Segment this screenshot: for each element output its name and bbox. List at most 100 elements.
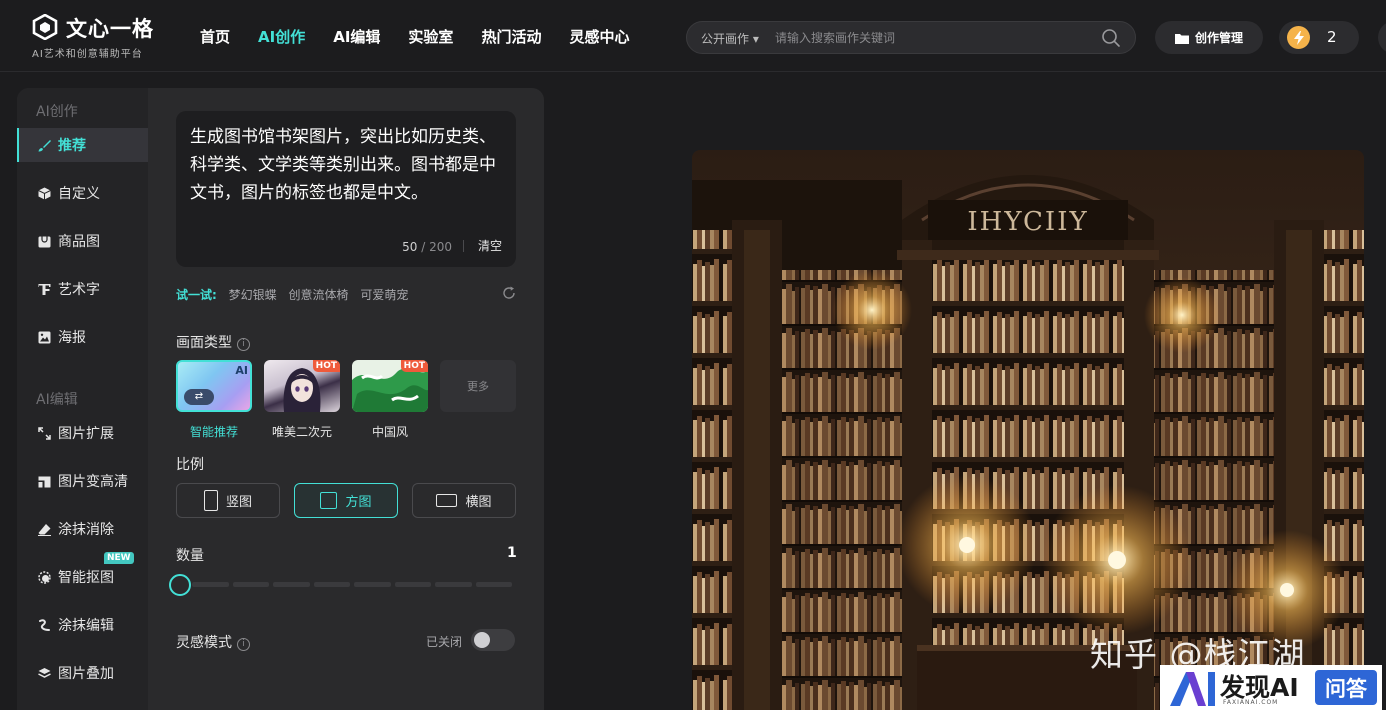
style-option-anime[interactable]: HOT — [264, 360, 340, 412]
sidebar-item-label: 涂抹编辑 — [58, 618, 114, 634]
info-icon[interactable]: i — [237, 638, 250, 651]
sidebar-section-ai-edit: AI编辑 — [36, 392, 78, 408]
style-option-label: 唯美二次元 — [271, 425, 332, 439]
nav-ai-edit[interactable]: AI编辑 — [333, 26, 380, 47]
info-icon[interactable]: i — [237, 338, 250, 351]
sidebar-item-label: 涂抹消除 — [58, 522, 114, 538]
sidebar-item-recommend[interactable]: 推荐 — [17, 128, 148, 162]
text-art-icon — [37, 282, 51, 296]
sidebar-item-smart-cutout[interactable]: 智能抠图 NEW — [17, 552, 148, 594]
library-bookshelf-image: IHYCIIY — [692, 150, 1364, 710]
sign-text: IHYCIIY — [967, 207, 1088, 237]
ratio-option-label: 横图 — [465, 495, 492, 510]
hot-badge: HOT — [312, 360, 340, 372]
slider-segment — [394, 582, 431, 587]
sidebar-item-image-overlay[interactable]: 图片叠加 — [17, 656, 148, 690]
layers-icon — [37, 666, 51, 680]
inspiration-state-label: 已关闭 — [426, 635, 463, 649]
slider-segment — [192, 582, 229, 587]
search-scope-dropdown[interactable]: 公开画作 ▾ — [701, 30, 759, 47]
sidebar-item-image-hd[interactable]: 图片变高清 — [17, 464, 148, 498]
prompt-textarea[interactable]: 生成图书馆书架图片，突出比如历史类、科学类、文学类等类别出来。图书都是中文书，图… — [176, 111, 516, 267]
brand-logo-icon — [32, 14, 58, 40]
nav-home[interactable]: 首页 — [200, 26, 230, 47]
try-chip[interactable]: 梦幻银蝶 — [229, 288, 277, 302]
cutout-icon — [37, 570, 51, 584]
faxian-qa-badge: 问答 — [1315, 670, 1377, 705]
creation-panel: AI创作 推荐 自定义 商品图 艺术字 海报 AI编辑 图片扩展 图片变高清 涂… — [17, 88, 544, 710]
ratio-landscape-button[interactable]: 横图 — [412, 483, 516, 518]
brand-tagline: AI艺术和创意辅助平台 — [32, 49, 143, 60]
nav-lab[interactable]: 实验室 — [408, 26, 453, 47]
nav-ai-create[interactable]: AI创作 — [258, 26, 305, 47]
sidebar-item-label: 图片扩展 — [58, 426, 114, 442]
ai-badge: AI — [235, 364, 248, 377]
hd-icon — [37, 474, 51, 488]
search-input[interactable] — [775, 26, 1075, 50]
quantity-slider-thumb[interactable] — [169, 574, 191, 596]
square-icon — [320, 492, 338, 509]
sidebar-item-custom[interactable]: 自定义 — [17, 176, 148, 210]
ratio-portrait-button[interactable]: 竖图 — [176, 483, 280, 518]
sidebar-item-text-art[interactable]: 艺术字 — [17, 272, 148, 306]
avatar[interactable] — [1378, 21, 1386, 54]
generated-image[interactable]: IHYCIIY — [692, 150, 1364, 710]
sidebar: AI创作 推荐 自定义 商品图 艺术字 海报 AI编辑 图片扩展 图片变高清 涂… — [17, 88, 148, 710]
ratio-option-label: 竖图 — [225, 495, 252, 510]
quantity-slider-track[interactable] — [192, 582, 512, 587]
smear-edit-icon — [37, 618, 51, 632]
ratio-option-label: 方图 — [345, 495, 372, 510]
try-label: 试一试: — [176, 288, 217, 302]
creation-manage-button[interactable]: 创作管理 — [1155, 21, 1263, 54]
slider-segment — [313, 582, 350, 587]
brush-icon — [37, 138, 51, 152]
sidebar-item-product[interactable]: 商品图 — [17, 224, 148, 258]
inspiration-mode-toggle[interactable] — [471, 629, 515, 651]
style-option-smart[interactable]: AI ⇄ — [176, 360, 252, 412]
search-icon[interactable] — [1101, 28, 1121, 48]
main-nav: 首页 AI创作 AI编辑 实验室 热门活动 灵感中心 — [200, 26, 657, 47]
slider-segment — [435, 582, 472, 587]
quantity-value: 1 — [507, 545, 517, 561]
try-chip[interactable]: 可爱萌宠 — [360, 288, 408, 302]
folder-icon — [1174, 33, 1189, 44]
quantity-label: 数量 — [176, 548, 204, 564]
search-bar: 公开画作 ▾ — [686, 21, 1136, 54]
sidebar-item-smear-edit[interactable]: 涂抹编辑 — [17, 608, 148, 642]
sidebar-item-label: 艺术字 — [58, 282, 100, 298]
sidebar-item-label: 推荐 — [58, 138, 86, 154]
clear-prompt-button[interactable]: 清空 — [478, 237, 502, 254]
ratio-label: 比例 — [176, 457, 204, 473]
inspiration-mode-label: 灵感模式 i — [176, 632, 250, 652]
style-type-label: 画面类型 i — [176, 332, 250, 352]
refresh-icon[interactable] — [502, 286, 516, 300]
top-nav-bar: 文心一格 AI艺术和创意辅助平台 首页 AI创作 AI编辑 实验室 热门活动 灵… — [0, 0, 1386, 72]
slider-segment — [354, 582, 391, 587]
slider-segment — [273, 582, 310, 587]
toggle-knob — [474, 632, 490, 648]
sidebar-item-image-expand[interactable]: 图片扩展 — [17, 416, 148, 450]
try-chip[interactable]: 创意流体椅 — [288, 288, 348, 302]
style-more-button[interactable]: 更多 — [440, 360, 516, 412]
sidebar-item-label: 自定义 — [58, 186, 100, 202]
prompt-char-count: 50 / 200 — [402, 240, 452, 254]
sidebar-item-label: 图片叠加 — [58, 666, 114, 682]
sidebar-section-ai-create: AI创作 — [36, 104, 78, 120]
slider-segment — [475, 582, 512, 587]
style-option-label: 中国风 — [371, 425, 408, 439]
style-option-chinese[interactable]: HOT — [352, 360, 428, 412]
ratio-square-button[interactable]: 方图 — [294, 483, 398, 518]
brand-name: 文心一格 — [66, 17, 154, 41]
nav-events[interactable]: 热门活动 — [481, 26, 541, 47]
product-icon — [37, 234, 51, 248]
faxian-ai-logo: 发现AI FAXIANAI.COM 问答 — [1160, 665, 1382, 710]
poster-icon — [37, 330, 51, 344]
try-suggestions: 试一试: 梦幻银蝶 创意流体椅 可爱萌宠 — [176, 286, 516, 302]
credits-display[interactable]: 2 — [1279, 21, 1359, 54]
sidebar-item-smear-erase[interactable]: 涂抹消除 — [17, 512, 148, 546]
nav-inspiration[interactable]: 灵感中心 — [569, 26, 629, 47]
eraser-icon — [37, 522, 51, 536]
prompt-text[interactable]: 生成图书馆书架图片，突出比如历史类、科学类、文学类等类别出来。图书都是中文书，图… — [190, 123, 508, 207]
sidebar-item-poster[interactable]: 海报 — [17, 320, 148, 354]
creation-manage-label: 创作管理 — [1194, 31, 1243, 45]
